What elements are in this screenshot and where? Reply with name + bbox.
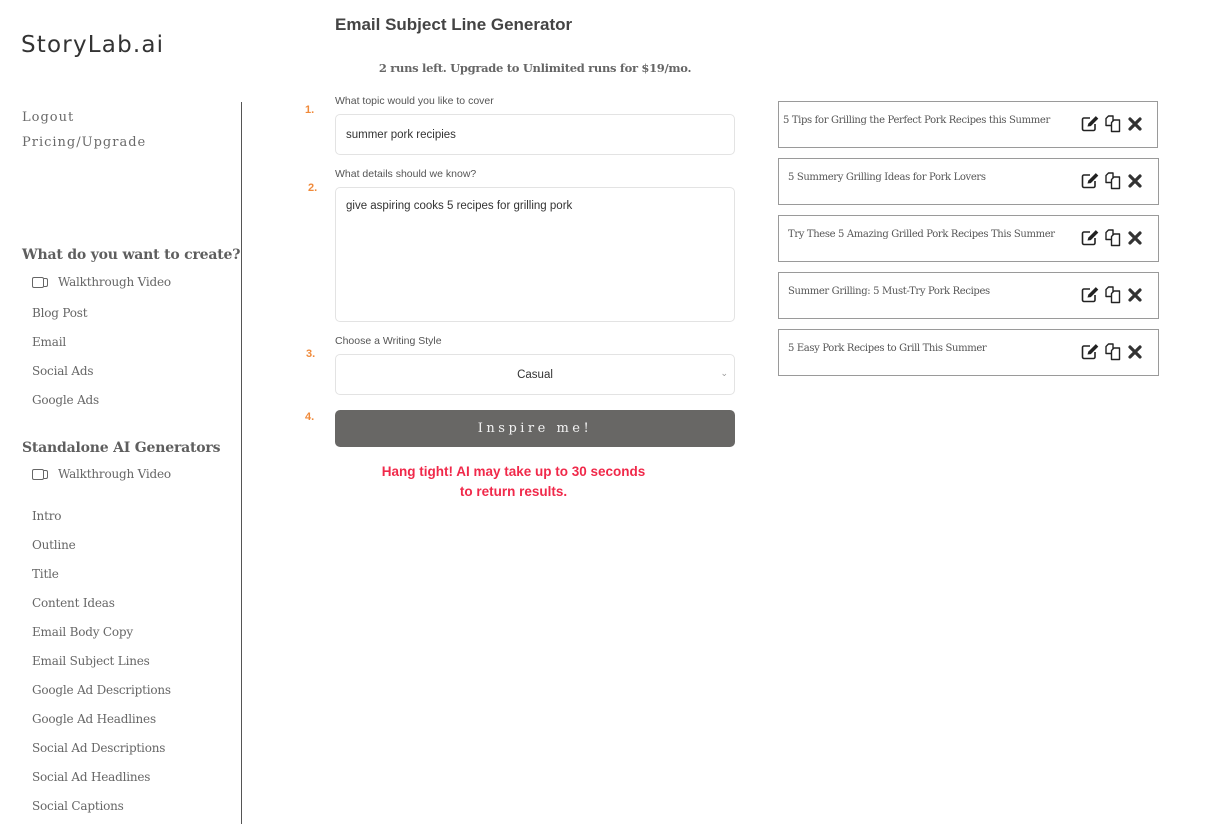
result-card: 5 Easy Pork Recipes to Grill This Summer bbox=[778, 329, 1159, 376]
sidebar-item-social-captions[interactable]: Social Captions bbox=[32, 799, 124, 813]
delete-icon[interactable] bbox=[1125, 342, 1144, 361]
sidebar-item-blog-post[interactable]: Blog Post bbox=[32, 306, 88, 320]
sidebar-item-intro[interactable]: Intro bbox=[32, 509, 61, 523]
storylab-logo[interactable]: StoryLab.ai bbox=[21, 32, 164, 58]
result-text[interactable]: 5 Summery Grilling Ideas for Pork Lovers bbox=[788, 172, 986, 183]
account-links: Logout Pricing/Upgrade bbox=[22, 109, 146, 159]
wait-notice: Hang tight! AI may take up to 30 seconds… bbox=[335, 462, 692, 502]
result-actions bbox=[1081, 342, 1144, 361]
result-text[interactable]: Try These 5 Amazing Grilled Pork Recipes… bbox=[788, 229, 1055, 240]
sidebar-item-social-ads[interactable]: Social Ads bbox=[32, 364, 94, 378]
delete-icon[interactable] bbox=[1125, 285, 1144, 304]
wait-notice-line-1: Hang tight! AI may take up to 30 seconds bbox=[381, 464, 646, 479]
result-actions bbox=[1081, 114, 1144, 133]
result-actions bbox=[1081, 285, 1144, 304]
copy-icon[interactable] bbox=[1103, 342, 1122, 361]
walkthrough-video-label: Walkthrough Video bbox=[58, 467, 171, 481]
result-text[interactable]: 5 Easy Pork Recipes to Grill This Summer bbox=[788, 343, 987, 354]
standalone-walkthrough-video-link[interactable]: Walkthrough Video bbox=[32, 467, 171, 481]
sidebar-item-email-body-copy[interactable]: Email Body Copy bbox=[32, 625, 133, 639]
inspire-me-button[interactable]: Inspire me! bbox=[335, 410, 735, 447]
pricing-upgrade-link[interactable]: Pricing/Upgrade bbox=[22, 134, 146, 159]
result-actions bbox=[1081, 228, 1144, 247]
sidebar-divider bbox=[241, 102, 242, 824]
sidebar-item-outline[interactable]: Outline bbox=[32, 538, 76, 552]
copy-icon[interactable] bbox=[1103, 285, 1122, 304]
result-card: Try These 5 Amazing Grilled Pork Recipes… bbox=[778, 215, 1159, 262]
details-textarea[interactable]: give aspiring cooks 5 recipes for grilli… bbox=[335, 187, 735, 322]
step-number-3: 3. bbox=[306, 348, 316, 360]
step-number-2: 2. bbox=[308, 182, 318, 194]
walkthrough-video-label: Walkthrough Video bbox=[58, 275, 171, 289]
standalone-section-title: Standalone AI Generators bbox=[22, 440, 221, 456]
sidebar-item-email-subject-lines[interactable]: Email Subject Lines bbox=[32, 654, 150, 668]
create-walkthrough-video-link[interactable]: Walkthrough Video bbox=[32, 275, 171, 289]
edit-icon[interactable] bbox=[1081, 285, 1100, 304]
logout-link[interactable]: Logout bbox=[22, 109, 146, 134]
sidebar-item-social-ad-headlines[interactable]: Social Ad Headlines bbox=[32, 770, 150, 784]
create-section-title: What do you want to create? bbox=[22, 247, 241, 263]
edit-icon[interactable] bbox=[1081, 114, 1100, 133]
sidebar-item-email[interactable]: Email bbox=[32, 335, 66, 349]
video-camera-icon bbox=[32, 468, 49, 480]
page-title: Email Subject Line Generator bbox=[335, 15, 573, 34]
sidebar-item-google-ad-descriptions[interactable]: Google Ad Descriptions bbox=[32, 683, 171, 697]
step-number-1: 1. bbox=[305, 104, 315, 116]
writing-style-select[interactable]: Casual ⌄ bbox=[335, 354, 735, 395]
video-camera-icon bbox=[32, 276, 49, 288]
result-text[interactable]: 5 Tips for Grilling the Perfect Pork Rec… bbox=[783, 115, 1050, 126]
wait-notice-line-2: to return results. bbox=[459, 484, 568, 499]
runs-left-notice[interactable]: 2 runs left. Upgrade to Unlimited runs f… bbox=[335, 61, 735, 75]
copy-icon[interactable] bbox=[1103, 171, 1122, 190]
sidebar-item-google-ad-headlines[interactable]: Google Ad Headlines bbox=[32, 712, 156, 726]
step-number-4: 4. bbox=[305, 411, 315, 423]
copy-icon[interactable] bbox=[1103, 228, 1122, 247]
writing-style-label: Choose a Writing Style bbox=[335, 335, 442, 347]
result-card: 5 Tips for Grilling the Perfect Pork Rec… bbox=[778, 101, 1158, 148]
sidebar-item-social-ad-descriptions[interactable]: Social Ad Descriptions bbox=[32, 741, 165, 755]
copy-icon[interactable] bbox=[1103, 114, 1122, 133]
details-label: What details should we know? bbox=[335, 168, 477, 180]
result-actions bbox=[1081, 171, 1144, 190]
edit-icon[interactable] bbox=[1081, 342, 1100, 361]
result-card: Summer Grilling: 5 Must-Try Pork Recipes bbox=[778, 272, 1159, 319]
result-text[interactable]: Summer Grilling: 5 Must-Try Pork Recipes bbox=[788, 286, 990, 297]
topic-input[interactable] bbox=[335, 114, 735, 155]
delete-icon[interactable] bbox=[1125, 114, 1144, 133]
sidebar-item-title[interactable]: Title bbox=[32, 567, 59, 581]
writing-style-value: Casual bbox=[517, 368, 553, 381]
result-card: 5 Summery Grilling Ideas for Pork Lovers bbox=[778, 158, 1159, 205]
topic-label: What topic would you like to cover bbox=[335, 95, 494, 107]
edit-icon[interactable] bbox=[1081, 171, 1100, 190]
chevron-down-icon: ⌄ bbox=[720, 369, 728, 379]
delete-icon[interactable] bbox=[1125, 228, 1144, 247]
sidebar-item-google-ads[interactable]: Google Ads bbox=[32, 393, 99, 407]
delete-icon[interactable] bbox=[1125, 171, 1144, 190]
edit-icon[interactable] bbox=[1081, 228, 1100, 247]
sidebar-item-content-ideas[interactable]: Content Ideas bbox=[32, 596, 115, 610]
